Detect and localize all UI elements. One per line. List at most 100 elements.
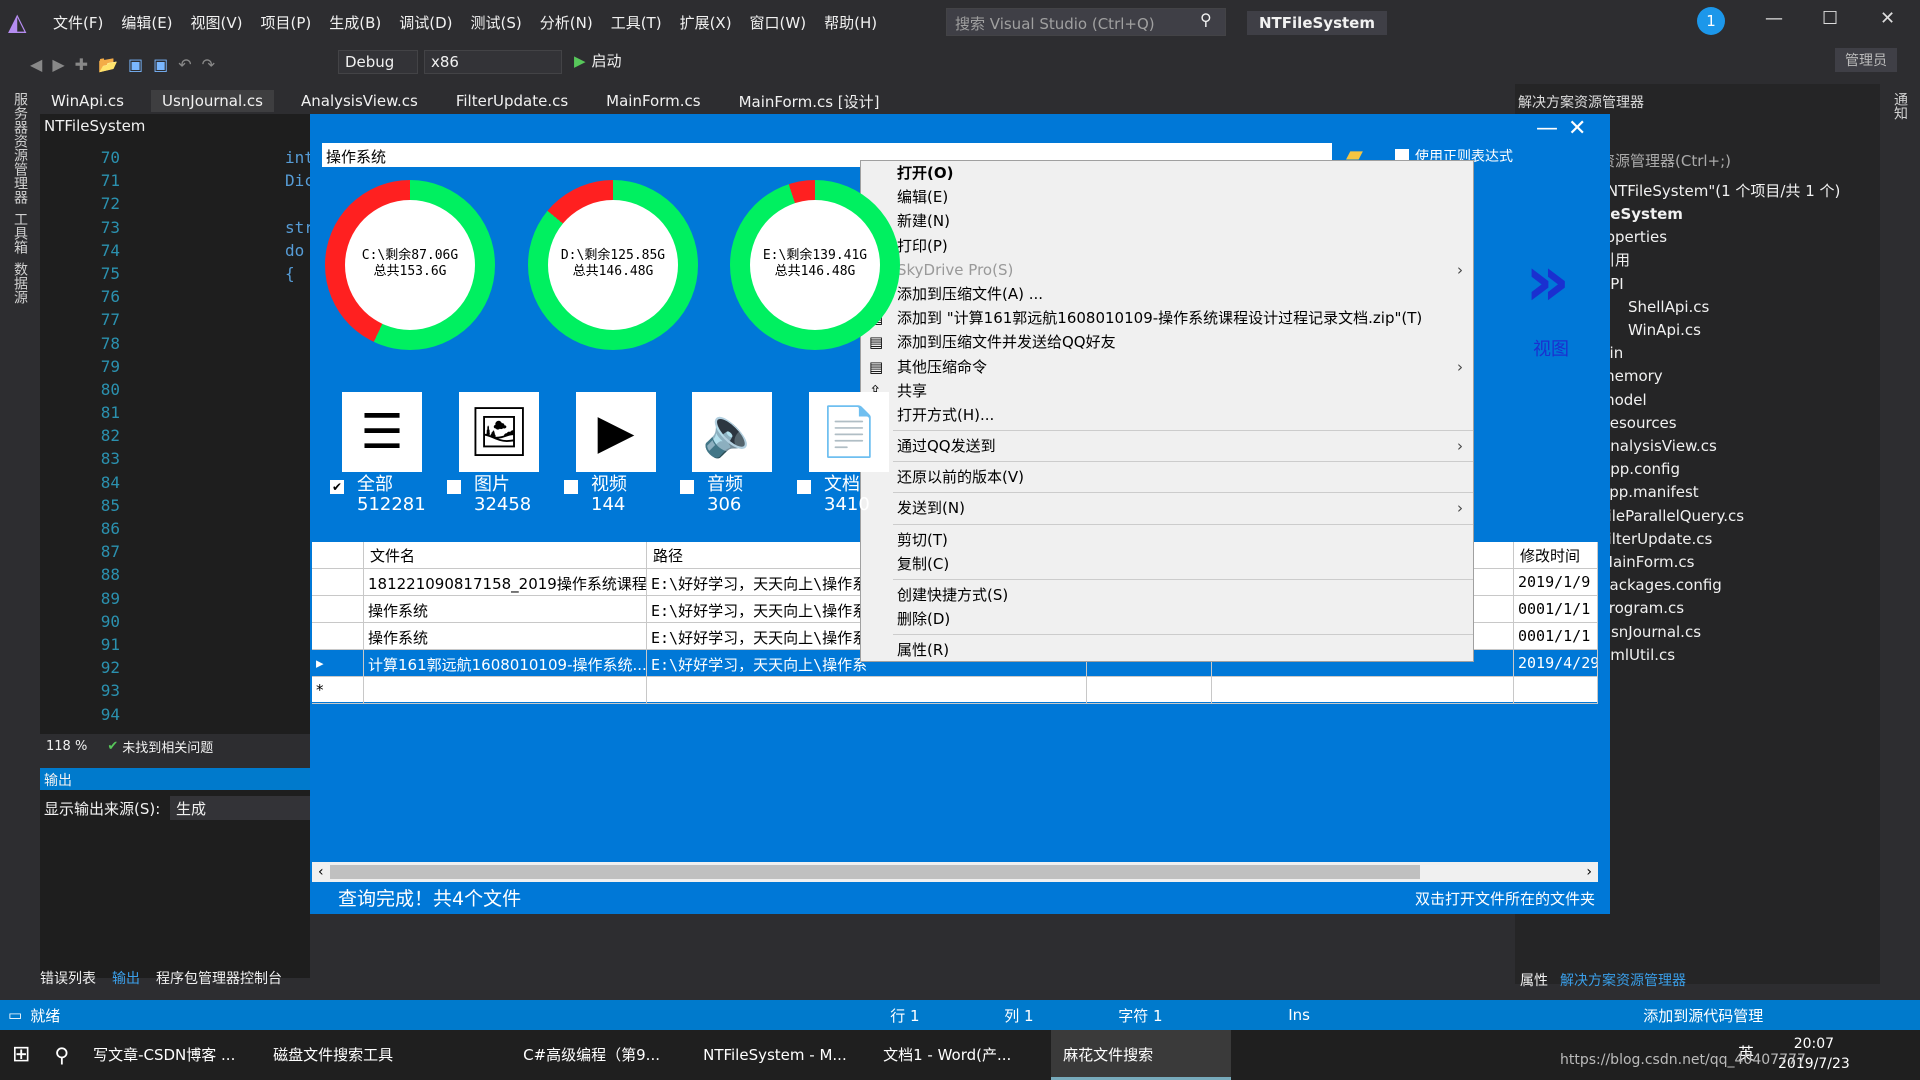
menu-item[interactable]: 生成(B) (320, 12, 390, 33)
solution-item[interactable]: Program.cs (1600, 597, 1744, 620)
taskbar-app[interactable]: 磁盘文件搜索工具 (261, 1030, 441, 1080)
menu-item[interactable]: 编辑(E) (112, 12, 181, 33)
editor-tab[interactable]: WinApi.cs (40, 90, 135, 112)
server-explorer-tab[interactable]: 服务器资源管理器 (10, 92, 30, 204)
category-icon-1[interactable]: 🖼 (459, 392, 539, 472)
context-menu-item[interactable]: ☁SkyDrive Pro(S)› (861, 258, 1473, 282)
scroll-thumb[interactable] (329, 865, 1421, 879)
back-icon[interactable]: ◀ (30, 55, 42, 74)
tab-error-list[interactable]: 错误列表 (40, 968, 96, 988)
search-icon[interactable]: ⚲ (1200, 10, 1212, 29)
solution-item[interactable]: FileParallelQuery.cs (1600, 505, 1744, 528)
solution-search-input[interactable]: 资源管理器(Ctrl+;) (1600, 150, 1920, 174)
table-header-cell[interactable]: 修改时间 (1514, 542, 1598, 568)
solution-item[interactable]: AnalysisView.cs (1600, 435, 1744, 458)
solution-item[interactable]: XmlUtil.cs (1600, 644, 1744, 667)
start-button[interactable]: ▶ 启动 (574, 50, 622, 71)
context-menu-item[interactable]: 剪切(T) (861, 528, 1473, 552)
solution-item[interactable]: MainForm.cs (1600, 551, 1744, 574)
context-menu-item[interactable]: ◉通过QQ发送到› (861, 434, 1473, 458)
context-menu-item[interactable]: ▤ 其他压缩命令 › (861, 355, 1473, 379)
menu-item[interactable]: 工具(T) (602, 12, 671, 33)
vs-search-input[interactable]: 搜索 Visual Studio (Ctrl+Q) (946, 8, 1226, 36)
context-menu-item[interactable]: 发送到(N) › (861, 496, 1473, 520)
view-label[interactable]: 视图 (1533, 335, 1569, 361)
context-menu-item[interactable]: 还原以前的版本(V) (861, 465, 1473, 489)
editor-tab[interactable]: MainForm.cs (595, 90, 711, 112)
output-source-select[interactable]: 生成 (170, 796, 310, 820)
context-menu-item[interactable]: 编辑(E) (861, 185, 1473, 209)
undo-icon[interactable]: ↶ (178, 55, 191, 74)
save-icon[interactable]: ▣ (128, 55, 143, 74)
toolbox-tab[interactable]: 工具箱 (10, 212, 30, 254)
solution-item[interactable]: ileSystem (1600, 203, 1744, 226)
menu-item[interactable]: 分析(N) (531, 12, 602, 33)
view-chevron-icon[interactable]: » (1525, 240, 1570, 322)
context-menu-item[interactable]: 打印(P) (861, 234, 1473, 258)
context-menu-item[interactable]: 创建快捷方式(S) (861, 583, 1473, 607)
taskbar-app[interactable]: 写文章-CSDN博客 ... (81, 1030, 261, 1080)
menu-item[interactable]: 窗口(W) (741, 12, 816, 33)
context-menu-item[interactable]: 新建(N) (861, 209, 1473, 233)
tab-solution-explorer[interactable]: 解决方案资源管理器 (1560, 970, 1686, 990)
maximize-button[interactable]: ☐ (1822, 8, 1838, 29)
category-checkbox[interactable] (564, 480, 578, 494)
menu-item[interactable]: 调试(D) (390, 12, 461, 33)
solution-item[interactable]: App.config (1600, 458, 1744, 481)
issues-text[interactable]: 未找到相关问题 (122, 737, 213, 756)
app-minimize-button[interactable]: — (1536, 116, 1558, 141)
menu-item[interactable]: 项目(P) (252, 12, 321, 33)
context-menu-item[interactable]: ▤ 添加到压缩文件并发送给QQ好友 (861, 330, 1473, 354)
solution-item[interactable]: UsnJournal.cs (1600, 621, 1744, 644)
editor-tab[interactable]: UsnJournal.cs (150, 90, 274, 112)
solution-item[interactable]: app.manifest (1600, 481, 1744, 504)
notifications-tab[interactable]: 通知 (1890, 92, 1910, 120)
tab-package-console[interactable]: 程序包管理器控制台 (156, 968, 282, 988)
taskbar-app[interactable] (441, 1030, 511, 1080)
editor-tab[interactable]: MainForm.cs [设计] (728, 89, 891, 114)
solution-item[interactable]: packages.config (1600, 574, 1744, 597)
context-menu-item[interactable]: 属性(R) (861, 638, 1473, 662)
minimize-button[interactable]: — (1765, 8, 1783, 29)
taskbar-app[interactable]: 文档1 - Word(产... (871, 1030, 1051, 1080)
menu-item[interactable]: 扩展(X) (671, 12, 741, 33)
solution-item[interactable]: Resources (1600, 412, 1744, 435)
windows-start-icon[interactable]: ⊞ (0, 1030, 42, 1080)
redo-icon[interactable]: ↷ (202, 55, 215, 74)
data-sources-tab[interactable]: 数据源 (10, 262, 30, 304)
category-checkbox[interactable] (447, 480, 461, 494)
table-row[interactable]: * (312, 677, 1598, 704)
context-menu-item[interactable]: 打开(O) (861, 161, 1473, 185)
category-checkbox[interactable]: ✔ (330, 480, 344, 494)
save-all-icon[interactable]: ▣ (153, 55, 168, 74)
category-icon-4[interactable]: 📄 (809, 392, 889, 472)
menu-item[interactable]: 文件(F) (44, 12, 112, 33)
breadcrumb[interactable]: NTFileSystem (44, 117, 145, 135)
solution-item[interactable]: memory (1600, 365, 1744, 388)
category-icon-2[interactable]: ▶ (576, 392, 656, 472)
scroll-right-icon[interactable]: › (1580, 864, 1598, 880)
taskbar-app[interactable]: 麻花文件搜索 (1051, 1030, 1232, 1080)
context-menu-item[interactable]: ▤添加到 "计算161郭远航1608010109-操作系统课程设计过程记录文档.… (861, 306, 1473, 330)
menu-item[interactable]: 视图(V) (182, 12, 252, 33)
new-project-icon[interactable]: ✚ (75, 55, 88, 74)
category-icon-0[interactable]: ☰ (342, 392, 422, 472)
solution-item[interactable]: 引用 (1600, 249, 1744, 272)
menu-item[interactable]: 帮助(H) (815, 12, 886, 33)
close-button[interactable]: ✕ (1880, 8, 1895, 29)
forward-icon[interactable]: ▶ (52, 55, 64, 74)
solution-item[interactable]: roperties (1600, 226, 1744, 249)
taskbar-app[interactable]: C#高级编程（第9... (511, 1030, 691, 1080)
category-checkbox[interactable] (680, 480, 694, 494)
context-menu-item[interactable]: 删除(D) (861, 607, 1473, 631)
editor-tab[interactable]: FilterUpdate.cs (445, 90, 579, 112)
open-icon[interactable]: 📂 (98, 55, 118, 74)
solution-root[interactable]: "NTFileSystem"(1 个项目/共 1 个) (1600, 180, 1840, 201)
tab-output[interactable]: 输出 (112, 968, 140, 988)
source-control-button[interactable]: 添加到源代码管理 (1643, 1005, 1763, 1026)
horizontal-scrollbar[interactable]: ‹ › (312, 862, 1598, 882)
notification-badge[interactable]: 1 (1697, 7, 1725, 35)
context-menu-item[interactable]: ▤添加到压缩文件(A) ... (861, 282, 1473, 306)
context-menu-item[interactable]: ⇪ 共享 (861, 379, 1473, 403)
platform-select[interactable]: x86 (424, 50, 562, 74)
